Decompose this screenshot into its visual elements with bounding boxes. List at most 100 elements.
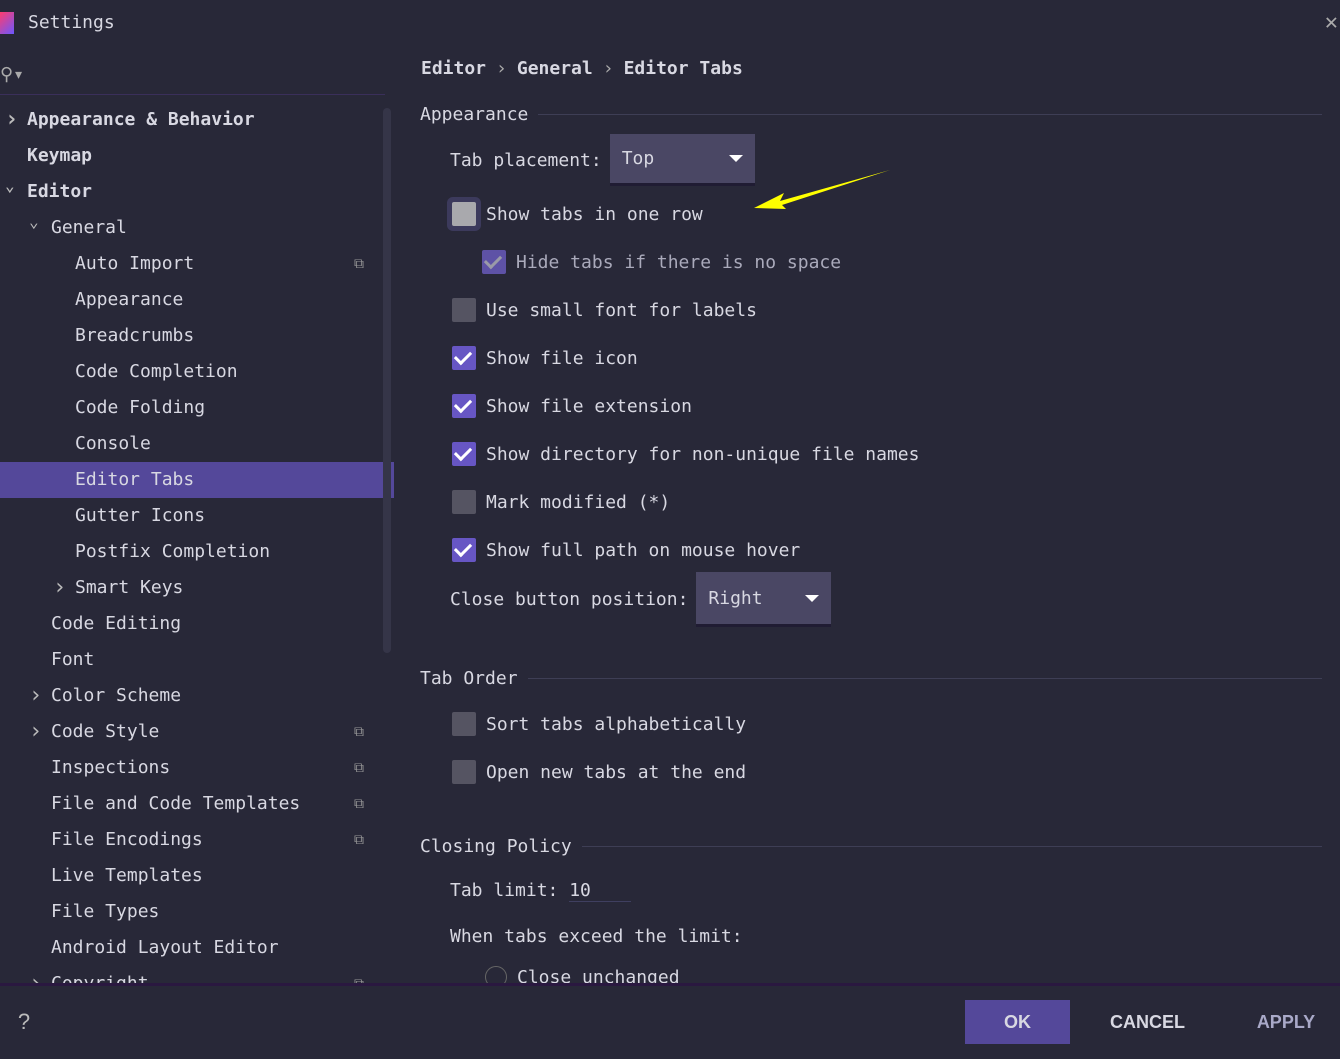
- chevron-down-icon[interactable]: ⌄: [29, 204, 39, 240]
- option-show-directory-for-non-unique-file-names[interactable]: Show directory for non-unique file names: [452, 439, 919, 469]
- checkbox-label: Open new tabs at the end: [486, 761, 747, 783]
- sidebar-item-label: File Encodings: [51, 829, 203, 850]
- sidebar-item-label: Gutter Icons: [75, 505, 206, 526]
- breadcrumb-item[interactable]: General: [517, 58, 593, 79]
- sidebar-item-label: Android Layout Editor: [51, 937, 279, 958]
- chevron-right-icon[interactable]: ›: [53, 570, 66, 606]
- sidebar-item-code-editing[interactable]: Code Editing: [0, 606, 394, 642]
- sidebar-item-smart-keys[interactable]: › Smart Keys: [0, 570, 394, 606]
- breadcrumb-item: Editor Tabs: [623, 58, 743, 79]
- sidebar-item-font[interactable]: Font: [0, 642, 394, 678]
- dropdown-value: Top: [621, 148, 655, 169]
- apply-button[interactable]: APPLY: [1245, 1000, 1327, 1044]
- help-button[interactable]: ?: [14, 1000, 34, 1044]
- sidebar-item-inspections[interactable]: Inspections ⧉: [0, 750, 394, 786]
- sidebar-item-auto-import[interactable]: Auto Import ⧉: [0, 246, 394, 282]
- project-scope-icon: ⧉: [354, 760, 364, 776]
- sidebar-item-gutter-icons[interactable]: Gutter Icons: [0, 498, 394, 534]
- option-show-tabs-in-one-row[interactable]: Show tabs in one row: [452, 199, 703, 229]
- section-tab-order: Tab Order: [420, 668, 1322, 689]
- tab-limit-input[interactable]: 10: [569, 880, 632, 902]
- checkbox[interactable]: [452, 712, 476, 736]
- sidebar-item-appearance-behavior[interactable]: › Appearance & Behavior: [0, 102, 394, 138]
- sidebar-item-file-encodings[interactable]: File Encodings ⧉: [0, 822, 394, 858]
- divider: [0, 94, 385, 95]
- section-appearance: Appearance: [420, 104, 1322, 125]
- checkbox[interactable]: [452, 202, 476, 226]
- option-open-new-tabs-at-the-end[interactable]: Open new tabs at the end: [452, 757, 746, 787]
- sidebar-item-code-completion[interactable]: Code Completion: [0, 354, 394, 390]
- checkbox[interactable]: [452, 760, 476, 784]
- sidebar-item-code-style[interactable]: › Code Style ⧉: [0, 714, 394, 750]
- sidebar-item-file-types[interactable]: File Types: [0, 894, 394, 930]
- sidebar-item-color-scheme[interactable]: › Color Scheme: [0, 678, 394, 714]
- sidebar-item-label: Code Style: [51, 721, 160, 742]
- checkbox[interactable]: [452, 490, 476, 514]
- sidebar-item-label: Postfix Completion: [75, 541, 271, 562]
- chevron-down-icon: [805, 594, 820, 602]
- checkbox-label: Show full path on mouse hover: [486, 539, 801, 561]
- option-show-file-extension[interactable]: Show file extension: [452, 391, 692, 421]
- chevron-right-icon[interactable]: ›: [29, 678, 42, 714]
- option-use-small-font-for-labels[interactable]: Use small font for labels: [452, 295, 757, 325]
- chevron-right-icon[interactable]: ›: [5, 102, 18, 138]
- sidebar-item-general[interactable]: ⌄ General: [0, 210, 394, 246]
- sidebar-item-label: Appearance & Behavior: [27, 109, 255, 130]
- settings-tree: › Appearance & Behavior Keymap ⌄ Editor ⌄ Gene…: [0, 102, 394, 1002]
- option-show-file-icon[interactable]: Show file icon: [452, 343, 638, 373]
- chevron-right-icon[interactable]: ›: [29, 714, 42, 750]
- sidebar-item-android-layout-editor[interactable]: Android Layout Editor: [0, 930, 394, 966]
- sidebar-item-label: Inspections: [51, 757, 171, 778]
- checkbox[interactable]: [452, 442, 476, 466]
- checkbox[interactable]: [452, 298, 476, 322]
- sidebar-item-label: Breadcrumbs: [75, 325, 195, 346]
- chevron-down-icon[interactable]: ⌄: [5, 168, 15, 204]
- checkbox[interactable]: [452, 346, 476, 370]
- checkbox-label: Show directory for non-unique file names: [486, 443, 920, 465]
- sidebar-item-label: File and Code Templates: [51, 793, 301, 814]
- sidebar-item-postfix-completion[interactable]: Postfix Completion: [0, 534, 394, 570]
- project-scope-icon: ⧉: [354, 796, 364, 812]
- checkbox[interactable]: [482, 250, 506, 274]
- annotation-arrow: [754, 170, 890, 209]
- window-title: Settings: [28, 12, 115, 33]
- option-hide-tabs-if-there-is-no-space[interactable]: Hide tabs if there is no space: [482, 247, 841, 277]
- sidebar-scrollbar[interactable]: [383, 108, 391, 653]
- sidebar-item-code-folding[interactable]: Code Folding: [0, 390, 394, 426]
- sidebar-item-label: Code Editing: [51, 613, 182, 634]
- checkbox[interactable]: [452, 394, 476, 418]
- sidebar-item-label: Font: [51, 649, 95, 670]
- ok-button[interactable]: OK: [965, 1000, 1070, 1044]
- section-closing-policy: Closing Policy: [420, 836, 1322, 857]
- close-button-label: Close button position:: [450, 589, 689, 610]
- checkbox-label: Show tabs in one row: [486, 203, 703, 225]
- option-mark-modified-[interactable]: Mark modified (*): [452, 487, 670, 517]
- search-icon[interactable]: ⚲▾: [0, 64, 24, 85]
- sidebar-item-appearance[interactable]: Appearance: [0, 282, 394, 318]
- option-sort-tabs-alphabetically[interactable]: Sort tabs alphabetically: [452, 709, 746, 739]
- sidebar-item-breadcrumbs[interactable]: Breadcrumbs: [0, 318, 394, 354]
- sidebar-item-keymap[interactable]: Keymap: [0, 138, 394, 174]
- sidebar-item-console[interactable]: Console: [0, 426, 394, 462]
- breadcrumb: Editor › General › Editor Tabs: [421, 58, 743, 79]
- sidebar-item-live-templates[interactable]: Live Templates: [0, 858, 394, 894]
- close-icon[interactable]: ✕: [1325, 10, 1338, 35]
- tab-placement-dropdown[interactable]: Top: [609, 134, 755, 186]
- sidebar-item-label: Live Templates: [51, 865, 203, 886]
- sidebar-item-label: Code Completion: [75, 361, 238, 382]
- checkbox[interactable]: [452, 538, 476, 562]
- sidebar-item-file-and-code-templates[interactable]: File and Code Templates ⧉: [0, 786, 394, 822]
- project-scope-icon: ⧉: [354, 724, 364, 740]
- cancel-button[interactable]: CANCEL: [1100, 1000, 1195, 1044]
- sidebar-item-label: Auto Import: [75, 253, 195, 274]
- close-button-dropdown[interactable]: Right: [696, 572, 832, 627]
- sidebar-item-editor[interactable]: ⌄ Editor: [0, 174, 394, 210]
- sidebar-item-label: General: [51, 217, 127, 238]
- option-show-full-path-on-mouse-hover[interactable]: Show full path on mouse hover: [452, 535, 800, 565]
- checkbox-label: Show file icon: [486, 347, 638, 369]
- exceed-label: When tabs exceed the limit:: [450, 926, 743, 947]
- section-heading: Tab Order: [420, 668, 518, 689]
- sidebar-item-label: Console: [75, 433, 151, 454]
- sidebar-item-editor-tabs[interactable]: Editor Tabs: [0, 462, 394, 498]
- breadcrumb-item[interactable]: Editor: [421, 58, 486, 79]
